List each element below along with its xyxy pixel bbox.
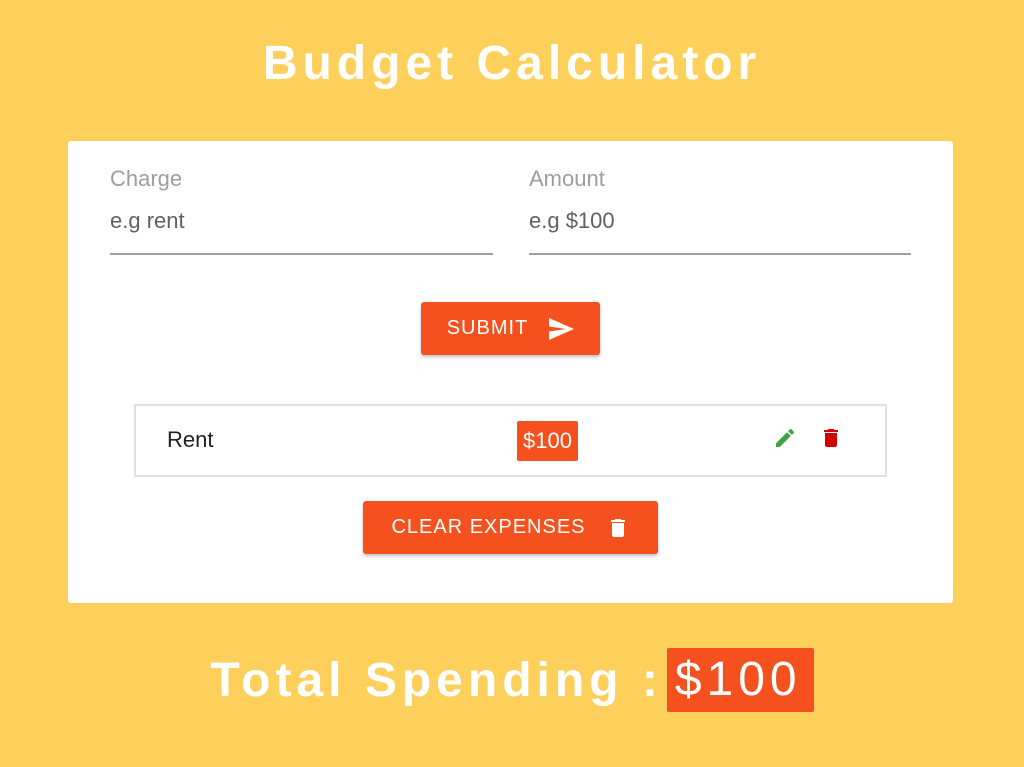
edit-expense-button[interactable] bbox=[771, 424, 799, 452]
pencil-icon bbox=[773, 426, 797, 450]
budget-card: Charge Amount SUBMIT Rent $100 bbox=[68, 141, 953, 603]
delete-expense-button[interactable] bbox=[817, 424, 845, 452]
total-spending: Total Spending : $100 bbox=[0, 648, 1024, 712]
amount-label: Amount bbox=[529, 166, 605, 191]
charge-label: Charge bbox=[110, 166, 183, 191]
clear-expenses-label: CLEAR EXPENSES bbox=[391, 516, 586, 538]
list-item: Rent $100 bbox=[136, 406, 885, 475]
submit-button[interactable]: SUBMIT bbox=[421, 302, 600, 355]
trash-icon bbox=[606, 515, 630, 541]
amount-input[interactable] bbox=[529, 205, 911, 255]
trash-icon bbox=[819, 426, 843, 450]
expense-list: Rent $100 bbox=[134, 404, 887, 477]
amount-field: Amount bbox=[529, 165, 911, 255]
charge-input[interactable] bbox=[110, 205, 493, 255]
clear-expenses-button[interactable]: CLEAR EXPENSES bbox=[363, 501, 658, 554]
expense-amount-badge: $100 bbox=[517, 421, 578, 461]
total-label: Total Spending : bbox=[210, 653, 663, 707]
submit-label: SUBMIT bbox=[446, 317, 529, 339]
charge-field: Charge bbox=[110, 165, 493, 255]
send-icon bbox=[548, 317, 575, 340]
total-amount: $100 bbox=[666, 648, 814, 712]
app-title: Budget Calculator bbox=[262, 37, 762, 90]
expense-charge: Rent bbox=[167, 427, 214, 452]
